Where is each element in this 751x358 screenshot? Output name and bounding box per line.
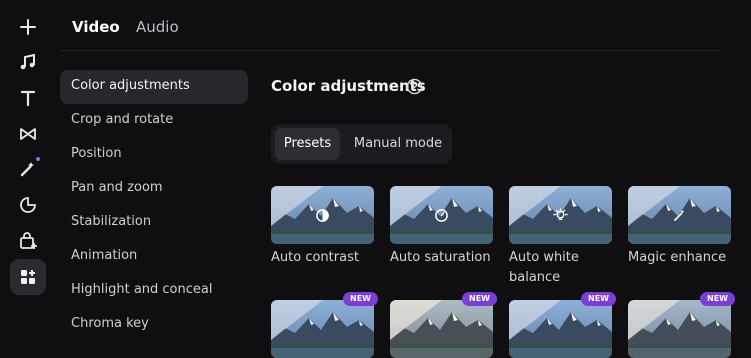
sticker-icon <box>20 197 36 213</box>
adjustments-menu: Color adjustments Crop and rotate Positi… <box>60 70 248 342</box>
text-button[interactable] <box>10 80 46 116</box>
menu-item-animation[interactable]: Animation <box>60 240 248 274</box>
preset-card-new[interactable] <box>628 300 731 358</box>
preset-card-new[interactable] <box>509 300 612 358</box>
new-badge: NEW <box>343 292 378 306</box>
plugin-bag-icon <box>20 232 37 249</box>
notification-dot <box>36 157 40 161</box>
tab-video[interactable]: Video <box>72 18 120 36</box>
mode-switch: Presets Manual mode <box>271 124 452 164</box>
stickers-button[interactable] <box>10 187 46 223</box>
new-badge: NEW <box>581 292 616 306</box>
menu-item-position[interactable]: Position <box>60 138 248 172</box>
menu-item-stabilization[interactable]: Stabilization <box>60 206 248 240</box>
preset-thumbnail <box>509 300 612 358</box>
preset-magic-enhance[interactable] <box>628 186 731 244</box>
menu-item-pan-zoom[interactable]: Pan and zoom <box>60 172 248 206</box>
apps-grid-icon <box>21 270 35 284</box>
new-badge: NEW <box>462 292 497 306</box>
menu-item-color-adjustments[interactable]: Color adjustments <box>60 70 248 104</box>
tab-audio[interactable]: Audio <box>136 18 179 36</box>
saturation-icon <box>435 209 448 222</box>
text-icon <box>20 90 36 107</box>
property-tabs: Video Audio <box>60 0 720 51</box>
menu-item-crop-rotate[interactable]: Crop and rotate <box>60 104 248 138</box>
preset-label: Auto saturation <box>390 250 491 265</box>
preset-card-new[interactable] <box>271 300 374 358</box>
apps-button[interactable] <box>10 259 46 295</box>
preset-auto-white-balance[interactable] <box>509 186 612 244</box>
preset-auto-contrast[interactable] <box>271 186 374 244</box>
preset-thumbnail <box>628 300 731 358</box>
manual-mode-tab[interactable]: Manual mode <box>348 128 448 160</box>
music-button[interactable] <box>10 44 46 80</box>
preset-thumbnail <box>271 300 374 358</box>
transition-icon <box>20 128 36 140</box>
lightbulb-icon <box>553 208 568 220</box>
plus-icon <box>20 19 36 35</box>
magic-wand-icon <box>674 209 685 221</box>
page-title: Color adjustments <box>271 77 426 95</box>
preset-auto-saturation[interactable] <box>390 186 493 244</box>
effects-button[interactable] <box>10 151 46 187</box>
transitions-button[interactable] <box>10 116 46 152</box>
left-toolbar <box>0 0 56 345</box>
new-badge: NEW <box>700 292 735 306</box>
magic-wand-icon <box>20 162 34 177</box>
preset-label: Magic enhance <box>628 250 727 265</box>
preset-label: Auto contrast <box>271 250 359 265</box>
plugins-button[interactable] <box>10 223 46 259</box>
preset-card-new[interactable] <box>390 300 493 358</box>
preset-label: Auto white balance <box>509 250 579 285</box>
help-icon[interactable] <box>406 78 423 95</box>
contrast-icon <box>316 209 329 222</box>
add-media-button[interactable] <box>10 9 46 45</box>
menu-item-highlight-conceal[interactable]: Highlight and conceal <box>60 274 248 308</box>
music-note-icon <box>20 53 35 70</box>
menu-item-chroma-key[interactable]: Chroma key <box>60 308 248 342</box>
presets-tab[interactable]: Presets <box>275 128 340 160</box>
preset-thumbnail <box>390 300 493 358</box>
